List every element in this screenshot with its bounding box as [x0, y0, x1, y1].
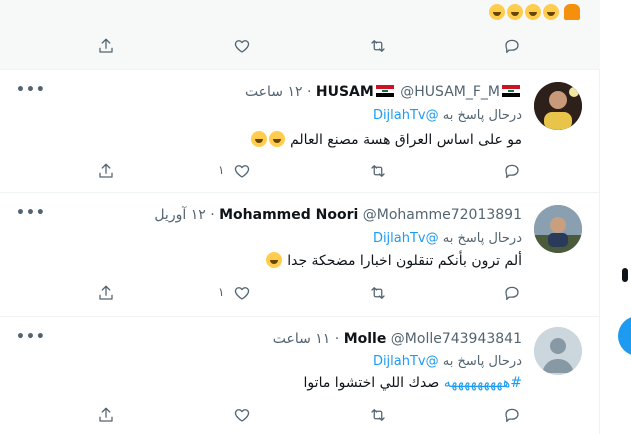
- tweet-text: مو على اساس العراق هسة مصنع العالم: [250, 131, 522, 148]
- sidebar-fragment: [622, 268, 628, 282]
- display-name[interactable]: Molle: [344, 331, 387, 347]
- heart-icon: [234, 409, 250, 422]
- timeline: ••• HUSAM @HUSAM_F_M · ١٢ ساعت درحال پاس…: [0, 0, 600, 434]
- reply-mention[interactable]: @DijlahTv: [373, 354, 439, 369]
- share-button[interactable]: [94, 159, 118, 183]
- tweet-partial[interactable]: [0, 0, 600, 70]
- share-button[interactable]: [94, 281, 118, 305]
- rofl-emoji-icon: [250, 131, 267, 147]
- handle[interactable]: @Mohamme72013891: [363, 207, 522, 223]
- reply-icon: [505, 408, 519, 423]
- more-options-button[interactable]: •••: [16, 82, 46, 98]
- reply-context: درحال پاسخ به @DijlahTv: [373, 108, 522, 123]
- retweet-button[interactable]: [366, 34, 390, 58]
- tweet-text: [488, 4, 584, 21]
- right-sidebar-edge: [600, 0, 631, 434]
- reply-icon: [505, 164, 519, 179]
- avatar[interactable]: [534, 205, 582, 253]
- laughing-emoji-icon: [488, 4, 505, 20]
- tweet-header: Mohammed Noori @Mohamme72013891 · ١٢ آور…: [154, 207, 522, 223]
- reply-mention[interactable]: @DijlahTv: [373, 108, 439, 123]
- like-count: ١: [218, 285, 225, 299]
- avatar[interactable]: [534, 327, 582, 375]
- handle[interactable]: @Molle743943841: [391, 331, 522, 347]
- handle[interactable]: @HUSAM_F_M: [400, 84, 500, 100]
- share-icon: [99, 163, 113, 178]
- iraq-flag-icon: [502, 85, 520, 97]
- display-name[interactable]: HUSAM: [316, 84, 374, 100]
- iraq-flag-icon: [375, 85, 394, 97]
- more-options-button[interactable]: •••: [16, 205, 46, 221]
- reply-prefix: درحال پاسخ به: [442, 231, 522, 246]
- tweet-body: مو على اساس العراق هسة مصنع العالم: [290, 132, 522, 148]
- reply-icon: [505, 39, 519, 54]
- rofl-emoji-icon: [268, 131, 285, 147]
- laughing-emoji-icon: [542, 4, 559, 20]
- more-options-button[interactable]: •••: [16, 329, 46, 345]
- reply-button[interactable]: [500, 403, 524, 427]
- like-button[interactable]: [230, 159, 254, 183]
- share-button[interactable]: [94, 34, 118, 58]
- tweet-text: ألم ترون بأنكم تنقلون اخبارا مضحكة جدا: [265, 252, 522, 269]
- timestamp[interactable]: ١٢ آوریل: [154, 207, 205, 223]
- tweet[interactable]: ••• Molle @Molle743943841 · ١١ ساعت درحا…: [0, 317, 600, 434]
- retweet-icon: [371, 40, 385, 52]
- heart-icon: [234, 287, 250, 300]
- like-button[interactable]: [230, 34, 254, 58]
- share-button[interactable]: [94, 403, 118, 427]
- tweet-body: ألم ترون بأنكم تنقلون اخبارا مضحكة جدا: [287, 253, 522, 269]
- tweet-body: صدك اللي اختشوا ماتوا: [303, 375, 440, 391]
- tweet-actions: [0, 34, 600, 58]
- default-avatar-icon: [534, 327, 582, 375]
- person-emoji-icon: [564, 4, 580, 20]
- retweet-button[interactable]: [366, 281, 390, 305]
- reply-context: درحال پاسخ به @DijlahTv: [373, 231, 522, 246]
- tweet-header: HUSAM @HUSAM_F_M · ١٢ ساعت: [245, 84, 522, 100]
- reply-button[interactable]: [500, 34, 524, 58]
- tweet-actions: ١: [0, 281, 600, 305]
- avatar[interactable]: [534, 82, 582, 130]
- grinning-emoji-icon: [265, 252, 282, 268]
- like-button[interactable]: [230, 403, 254, 427]
- timestamp[interactable]: ١١ ساعت: [273, 331, 331, 347]
- like-button[interactable]: [230, 281, 254, 305]
- share-icon: [99, 407, 113, 422]
- retweet-icon: [371, 409, 385, 421]
- profile-photo-icon: [534, 82, 582, 130]
- reply-prefix: درحال پاسخ به: [442, 354, 522, 369]
- retweet-icon: [371, 165, 385, 177]
- retweet-button[interactable]: [366, 403, 390, 427]
- tweet-header: Molle @Molle743943841 · ١١ ساعت: [272, 331, 522, 347]
- tweet[interactable]: ••• HUSAM @HUSAM_F_M · ١٢ ساعت درحال پاس…: [0, 70, 600, 193]
- reply-context: درحال پاسخ به @DijlahTv: [373, 354, 522, 369]
- profile-photo-icon: [534, 205, 582, 253]
- tweet-actions: [0, 403, 600, 427]
- display-name[interactable]: Mohammed Noori: [219, 207, 358, 223]
- share-icon: [99, 285, 113, 300]
- reply-button[interactable]: [500, 281, 524, 305]
- heart-icon: [234, 165, 250, 178]
- retweet-icon: [371, 287, 385, 299]
- tweet-text: #هههههههههه صدك اللي اختشوا ماتوا: [304, 375, 522, 391]
- laughing-emoji-icon: [524, 4, 541, 20]
- laughing-emoji-icon: [506, 4, 523, 20]
- tweet-actions: ١: [0, 159, 600, 183]
- hashtag-link[interactable]: #هههههههههه: [444, 375, 522, 391]
- reply-icon: [505, 286, 519, 301]
- heart-icon: [234, 40, 250, 53]
- reply-mention[interactable]: @DijlahTv: [373, 231, 439, 246]
- like-count: ١: [218, 163, 225, 177]
- share-icon: [99, 38, 113, 53]
- timestamp[interactable]: ١٢ ساعت: [245, 84, 303, 100]
- reply-button[interactable]: [500, 159, 524, 183]
- retweet-button[interactable]: [366, 159, 390, 183]
- tweet[interactable]: ••• Mohammed Noori @Mohamme72013891 · ١٢…: [0, 193, 600, 317]
- reply-prefix: درحال پاسخ به: [442, 108, 522, 123]
